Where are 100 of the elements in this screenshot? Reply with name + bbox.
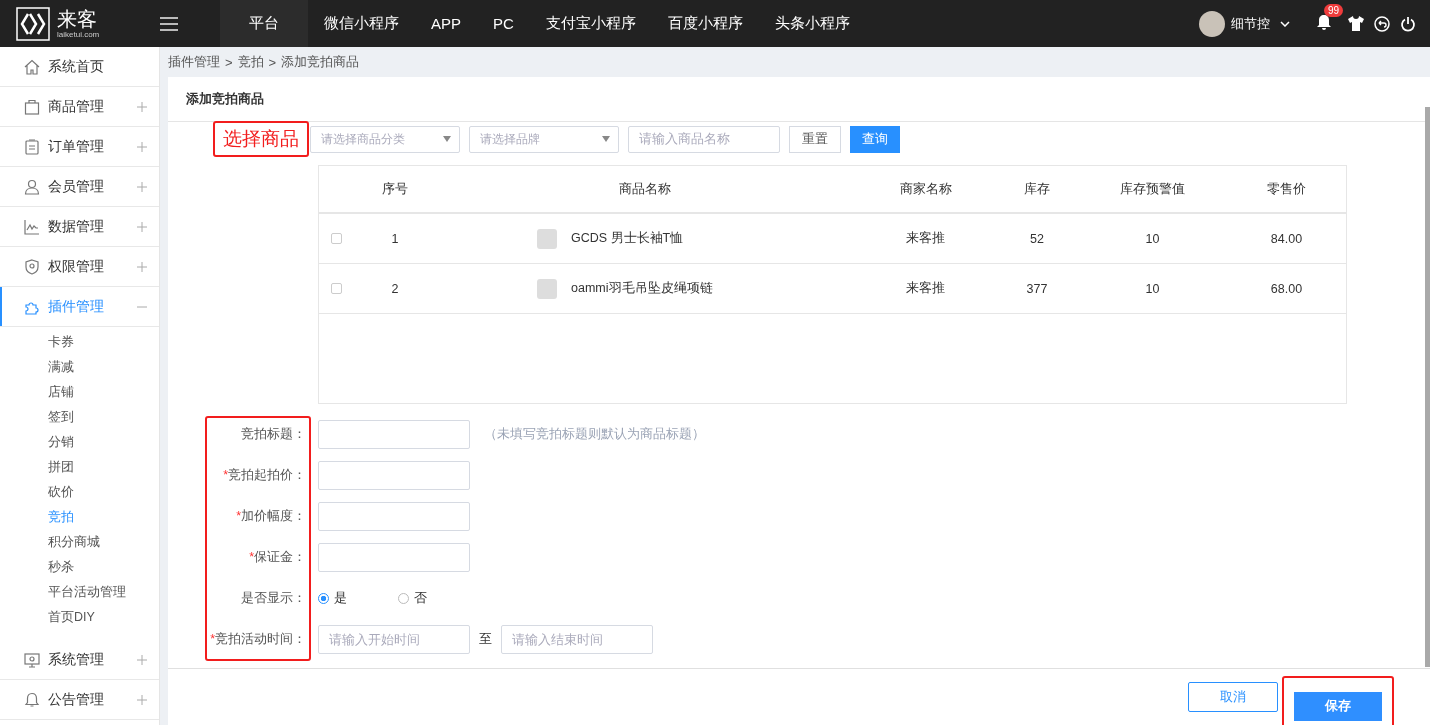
hint-text: （未填写竞拍标题则默认为商品标题） — [484, 426, 705, 443]
submenu-item[interactable]: 分销 — [0, 430, 159, 455]
submenu-item[interactable]: 积分商城 — [0, 530, 159, 555]
submenu-item[interactable]: 拼团 — [0, 455, 159, 480]
radio-option[interactable]: 是 — [318, 590, 398, 607]
logo-domain: laiketui.com — [57, 30, 100, 39]
nav-tab[interactable]: 百度小程序 — [651, 0, 759, 47]
user-icon — [24, 178, 40, 195]
submenu-item[interactable]: 店铺 — [0, 380, 159, 405]
table-cell-text: 1 — [390, 231, 400, 246]
submenu-item[interactable]: 满减 — [0, 355, 159, 380]
user-name[interactable]: 细节控 — [1231, 14, 1270, 33]
start-time-field[interactable]: 请输入开始时间 — [318, 625, 470, 654]
field-label: *保证金： — [249, 549, 306, 566]
plus-icon — [137, 221, 147, 232]
chevron-down-icon[interactable] — [1280, 20, 1290, 27]
input-field[interactable] — [318, 502, 470, 531]
plus-icon — [137, 694, 147, 705]
menu-icon[interactable] — [160, 16, 178, 31]
plus-icon — [137, 261, 147, 272]
table-cell-text: 来客推 — [905, 280, 946, 297]
radio-option[interactable]: 否 — [398, 590, 478, 607]
row-checkbox[interactable] — [330, 233, 342, 244]
bag-icon — [24, 98, 40, 115]
column-header: 序号 — [381, 180, 409, 198]
sidebar-item[interactable]: 公告管理 — [0, 680, 159, 720]
column-header: 商家名称 — [898, 180, 953, 198]
field-label: 竞拍标题： — [241, 426, 306, 443]
table-cell-text: 377 — [1025, 281, 1049, 296]
submenu-item[interactable]: 签到 — [0, 405, 159, 430]
nav-tab[interactable]: PC — [477, 0, 530, 47]
scrollbar[interactable] — [1425, 107, 1430, 667]
notification-badge: 99 — [1324, 3, 1344, 17]
field-label: *竞拍起拍价： — [223, 467, 306, 484]
nav-tab[interactable]: APP — [415, 0, 477, 47]
column-header: 库存预警值 — [1119, 180, 1186, 198]
avatar[interactable] — [1199, 10, 1225, 37]
table-cell-text: 10 — [1144, 231, 1161, 246]
submenu-item[interactable]: 首页DIY — [0, 605, 159, 630]
submenu-item[interactable]: 平台活动管理 — [0, 580, 159, 605]
end-time-field[interactable]: 请输入结束时间 — [501, 625, 653, 654]
sidebar-item[interactable]: 权限管理 — [0, 247, 159, 287]
breadcrumb-link[interactable]: 竞拍 — [237, 53, 264, 71]
logo-icon — [16, 6, 50, 41]
table-cell-text: 68.00 — [1269, 281, 1304, 296]
photo-placeholder — [537, 278, 557, 299]
table-cell-text: 10 — [1144, 281, 1161, 296]
monitor-icon — [24, 651, 40, 668]
bell-icon — [24, 691, 40, 708]
table-cell-text: 来客推 — [905, 230, 946, 247]
table-cell-text: 84.00 — [1269, 231, 1304, 246]
nav-tab[interactable]: 头条小程序 — [758, 0, 866, 47]
plus-icon — [137, 101, 147, 112]
sidebar-item[interactable]: 系统首页 — [0, 47, 159, 87]
field-label: 是否显示： — [241, 590, 306, 607]
submenu-item[interactable]: 卡券 — [0, 330, 159, 355]
table-cell: GCDS 男士长袖T恤 — [571, 230, 684, 247]
nav-tab[interactable]: 微信小程序 — [308, 0, 415, 47]
home-icon — [24, 58, 40, 75]
input-field[interactable] — [318, 543, 470, 572]
column-header: 零售价 — [1266, 180, 1307, 198]
table-cell-text: 52 — [1029, 231, 1045, 246]
plus-icon — [137, 181, 147, 192]
breadcrumb-link[interactable]: 插件管理 — [168, 53, 220, 71]
range-separator: 至 — [479, 631, 492, 648]
annotation-label: 选择商品 — [213, 121, 309, 157]
caret-icon — [602, 136, 610, 142]
sidebar-item[interactable]: 数据管理 — [0, 207, 159, 247]
submenu-item[interactable]: 砍价 — [0, 480, 159, 505]
nav-tab[interactable]: 支付宝小程序 — [529, 0, 652, 47]
breadcrumb-separator: > — [268, 54, 277, 70]
table-cell: oammi羽毛吊坠皮绳项链 — [571, 280, 713, 297]
table-cell-text: 2 — [390, 281, 400, 296]
sidebar-item[interactable]: 订单管理 — [0, 127, 159, 167]
sidebar-item[interactable]: 商品管理 — [0, 87, 159, 127]
field-label: *竞拍活动时间： — [210, 631, 306, 648]
back-icon[interactable] — [1374, 15, 1390, 32]
logo-name: 来客 — [57, 8, 98, 30]
product-name-field[interactable]: 请输入商品名称 — [628, 125, 780, 153]
shirt-icon[interactable] — [1348, 16, 1364, 31]
plus-icon — [137, 654, 147, 665]
chart-icon — [24, 218, 40, 235]
submenu-item[interactable]: 秒杀 — [0, 555, 159, 580]
bell-icon[interactable] — [1316, 13, 1332, 31]
reset-button[interactable]: 重置 — [789, 125, 841, 153]
plus-icon — [137, 141, 147, 152]
column-header: 商品名称 — [618, 180, 672, 198]
row-checkbox[interactable] — [330, 283, 342, 294]
column-header: 库存 — [1023, 180, 1051, 198]
power-icon[interactable] — [1400, 15, 1416, 32]
field-label: *加价幅度： — [236, 508, 306, 525]
photo-placeholder — [537, 228, 557, 249]
sidebar-item[interactable]: 系统管理 — [0, 640, 159, 680]
input-field[interactable] — [318, 461, 470, 490]
input-field[interactable] — [318, 420, 470, 449]
sidebar-item[interactable]: 会员管理 — [0, 167, 159, 207]
nav-tab[interactable]: 平台 — [220, 0, 308, 47]
caret-icon — [443, 136, 451, 142]
breadcrumb-separator: > — [225, 54, 233, 70]
clipboard-icon — [24, 138, 40, 155]
